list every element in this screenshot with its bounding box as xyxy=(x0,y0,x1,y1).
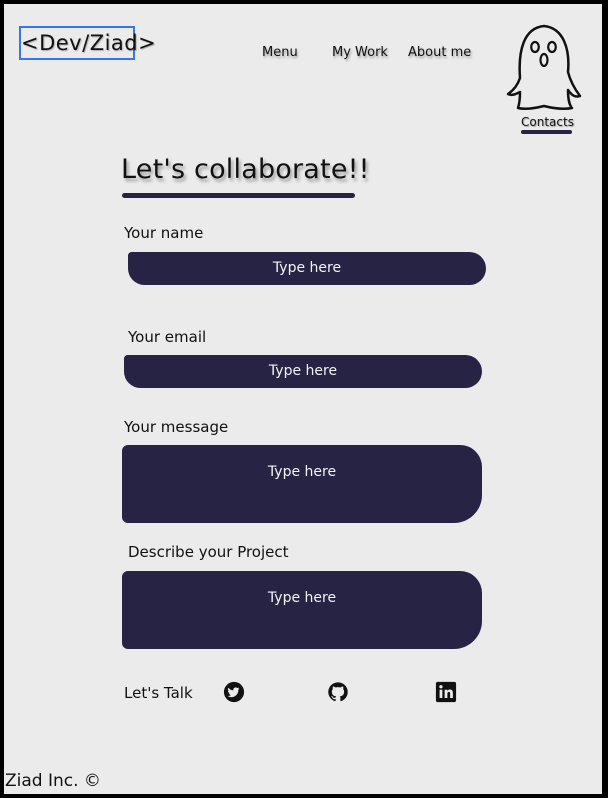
title-underline xyxy=(122,193,355,198)
project-textarea[interactable]: Type here xyxy=(122,571,482,649)
name-input[interactable]: Type here xyxy=(128,252,486,285)
site-logo[interactable]: <Dev/Ziad> xyxy=(19,26,156,60)
github-icon[interactable] xyxy=(327,681,349,703)
page-title: Let's collaborate!! xyxy=(121,154,370,185)
project-label: Describe your Project xyxy=(128,543,289,561)
message-textarea[interactable]: Type here xyxy=(122,445,482,523)
footer-copyright: Ziad Inc. © xyxy=(5,771,101,791)
nav-my-work[interactable]: My Work xyxy=(332,45,388,60)
nav-about-me[interactable]: About me xyxy=(408,45,471,60)
ghost-icon xyxy=(506,24,582,111)
nav-contacts[interactable]: Contacts xyxy=(521,115,574,129)
contacts-active-indicator xyxy=(521,130,572,134)
nav-menu[interactable]: Menu xyxy=(262,45,298,60)
message-label: Your message xyxy=(124,418,229,436)
linkedin-icon[interactable] xyxy=(435,681,457,703)
email-input[interactable]: Type here xyxy=(124,355,482,388)
name-label: Your name xyxy=(124,224,204,242)
page: <Dev/Ziad> Menu My Work About me Contact… xyxy=(4,4,602,794)
lets-talk-label: Let's Talk xyxy=(124,684,193,702)
twitter-icon[interactable] xyxy=(223,681,245,703)
email-label: Your email xyxy=(128,328,207,346)
